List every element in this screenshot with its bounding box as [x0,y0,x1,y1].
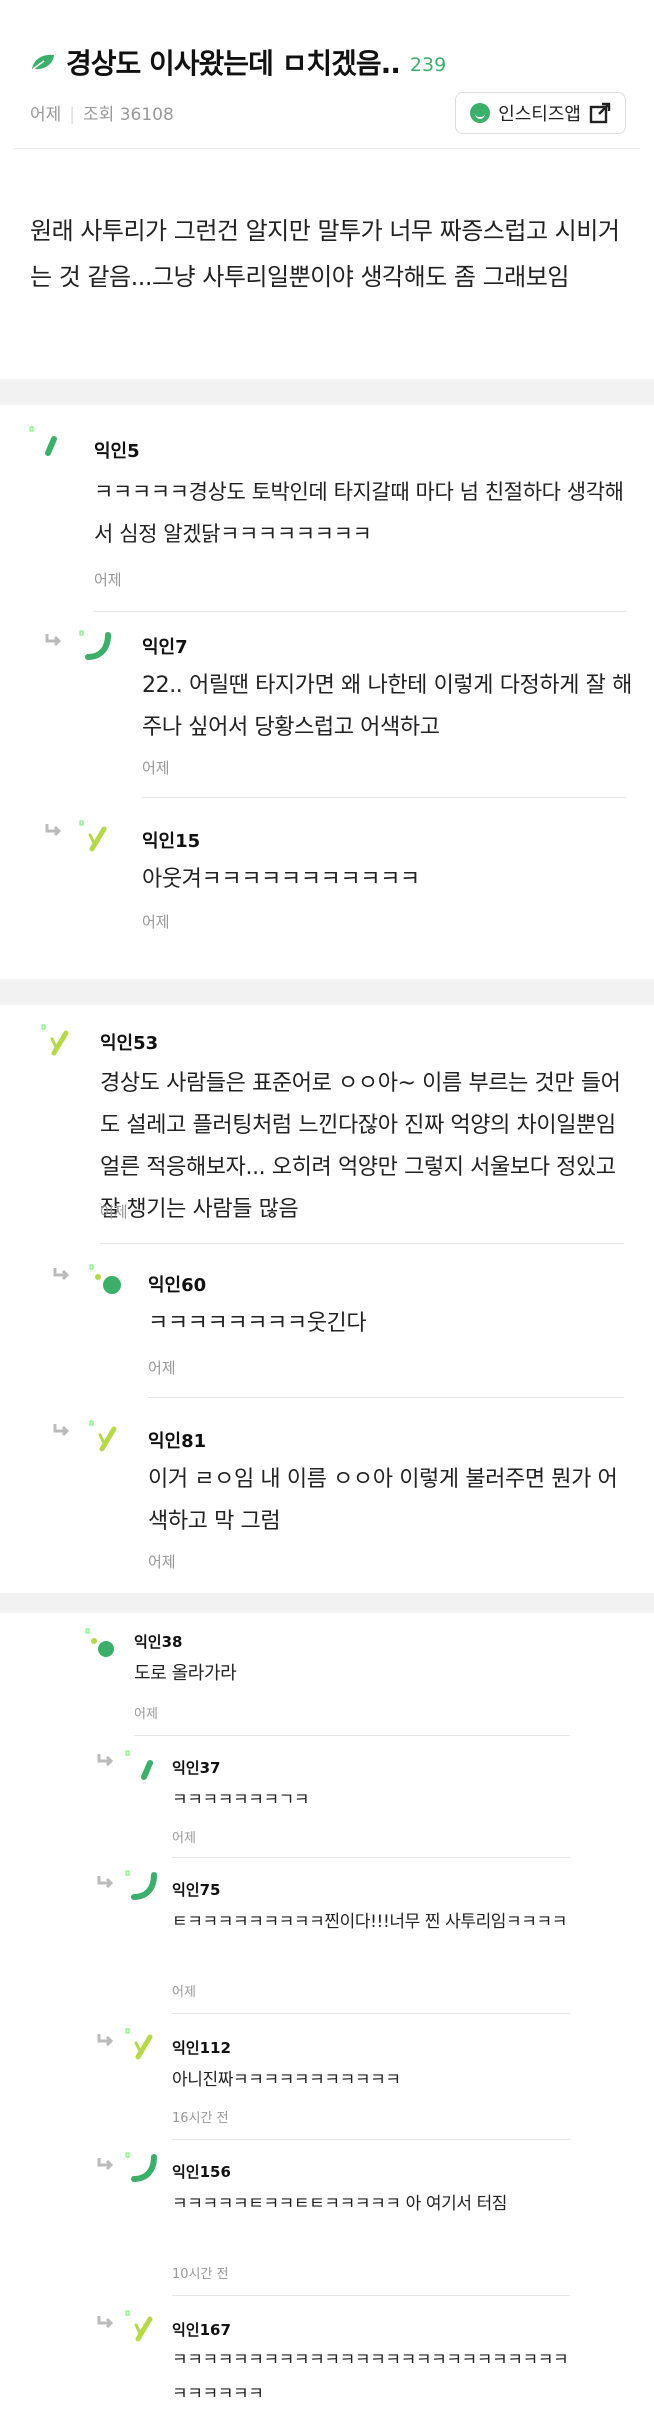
comment-thread-3: 익인38 도로 올라가라 어제 익인37 ㅋㅋㅋㅋㅋㅋㅋㄱㅋ 어제 익인75 ㅌ… [0,1613,654,2417]
comment-text: ㅋㅋㅋㅋㅋㅋㅋㄱㅋ [172,1790,310,1810]
reply-arrow-icon [45,824,62,837]
comment-divider [172,2139,570,2140]
comment-text: ㅋㅋㅋㅋㅋㅋㅋㅋ웃긴다 [148,1311,367,1336]
comment-author: 익인112 [172,2039,231,2057]
green-stroke-icon [125,1750,153,1780]
leaf-icon [32,54,54,70]
instiz-app-button[interactable]: 인스티즈앱 [455,92,626,134]
comment-text: 도로 올라가라 [134,1663,237,1684]
post-meta: 어제 | 조회 36108 [30,100,174,125]
comment-time: 어제 [134,1707,158,1722]
comment-text: ㅌㅋㅋㅋㅋㅋㅋㅋㅋㅋ찐이다!!!너무 찐 사투리임ㅋㅋㅋㅋ [172,1912,568,1932]
green-curve-icon [79,630,111,660]
green-slash-icon [89,1420,117,1452]
post-date: 어제 [30,105,62,125]
meta-divider: | [69,105,76,125]
comment-author: 익인75 [172,1881,221,1899]
comment-thread-1: 익인5 ㅋㅋㅋㅋㅋ경상도 토박인데 타지갈때 마다 넘 친절하다 생각해서 심정… [0,405,654,979]
comment-author: 익인38 [134,1633,183,1651]
comment-author: 익인167 [172,2321,231,2339]
comment-time: 10시간 전 [172,2267,229,2282]
green-stroke-icon [29,426,57,456]
post-views: 조회 36108 [83,105,174,125]
comment-time: 어제 [100,1203,128,1221]
post-card: 경상도 이사왔는데 ㅁ치겠음.. 239 어제 | 조회 36108 인스티즈앱 원… [0,0,654,379]
comment-text: 아니진짜ㅋㅋㅋㅋㅋㅋㅋㅋㅋㅋㅋ [172,2070,401,2090]
comment-text: 경상도 사람들은 표준어로 ㅇㅇ아~ 이름 부르는 것만 들어도 설레고 플러팅… [100,1071,621,1222]
comment-text: ㅋㅋㅋㅋㅋ경상도 토박인데 타지갈때 마다 넘 친절하다 생각해서 심정 알겠닭… [94,480,624,546]
comment-count[interactable]: 239 [410,54,446,76]
external-link-icon [589,102,611,124]
comment-text: ㅋㅋㅋㅋㅋㅌㅋㅋㅌㅌㅋㅋㅋㅋㅋ 아 여기서 터짐 [172,2194,508,2214]
comment-author: 익인15 [142,831,201,852]
comment-time: 어제 [172,1831,196,1846]
reply-arrow-icon [97,1876,114,1889]
comment-time: 어제 [172,1985,196,2000]
post-divider [14,148,640,149]
comment-divider [172,2295,570,2296]
comment-time: 어제 [142,913,170,931]
post-title-row: 경상도 이사왔는데 ㅁ치겠음.. 239 [30,42,446,82]
comment-text: 이거 ㄹㅇ임 내 이름 ㅇㅇ아 이렇게 불러주면 뭔가 어색하고 막 그럼 [148,1467,618,1534]
comment-thread-2: 익인53 경상도 사람들은 표준어로 ㅇㅇ아~ 이름 부르는 것만 들어도 설레… [0,1005,654,1593]
reply-arrow-icon [97,2158,114,2171]
smile-icon [470,103,491,123]
comment-time: 16시간 전 [172,2111,229,2126]
comment-author: 익인5 [94,441,140,462]
comment-time: 어제 [148,1359,176,1377]
comment-time: 어제 [148,1553,176,1571]
green-slash-icon [41,1024,69,1056]
green-slash-icon [79,820,107,852]
comment-time: 어제 [142,759,170,777]
instiz-app-label: 인스티즈앱 [498,104,581,125]
reply-arrow-icon [53,1424,70,1437]
green-slash-icon [125,2310,153,2342]
post-body: 원래 사투리가 그런건 알지만 말투가 너무 짜증스럽고 시비거는 것 같음..… [30,217,620,291]
reply-arrow-icon [97,2034,114,2047]
green-dot-icon [89,1264,121,1294]
comment-divider [142,797,626,798]
comment-divider [134,1735,570,1736]
comment-author: 익인53 [100,1033,159,1054]
reply-arrow-icon [97,2316,114,2329]
comment-text: ㅋㅋㅋㅋㅋㅋㅋㅋㅋㅋㅋㅋㅋㅋㅋㅋㅋㅋㅋㅋㅋㅋㅋㅋㅋㅋㅋㅋㅋㅋㅋㅋ [172,2350,569,2404]
reply-arrow-icon [97,1754,114,1767]
comment-divider [172,2013,570,2014]
green-curve-icon [125,1870,157,1900]
comment-author: 익인60 [148,1275,207,1296]
comment-author: 익인81 [148,1431,207,1452]
comment-author: 익인7 [142,637,188,658]
comment-text: 아웃겨ㅋㅋㅋㅋㅋㅋㅋㅋㅋㅋㅋ [142,867,420,892]
reply-arrow-icon [53,1268,70,1281]
comment-divider [100,1243,624,1244]
green-curve-icon [125,2152,157,2182]
green-dot-icon [85,1628,114,1657]
comment-divider [172,1857,570,1858]
reply-arrow-icon [45,634,62,647]
comment-author: 익인37 [172,1759,221,1777]
green-slash-icon [125,2028,153,2060]
post-title[interactable]: 경상도 이사왔는데 ㅁ치겠음.. [66,42,401,82]
comment-divider [94,611,626,612]
comment-divider [148,1397,624,1398]
comment-time: 어제 [94,571,122,589]
comment-text: 22.. 어릴땐 타지가면 왜 나한테 이렇게 다정하게 잘 해주나 싶어서 당… [142,673,632,740]
comment-author: 익인156 [172,2163,231,2181]
